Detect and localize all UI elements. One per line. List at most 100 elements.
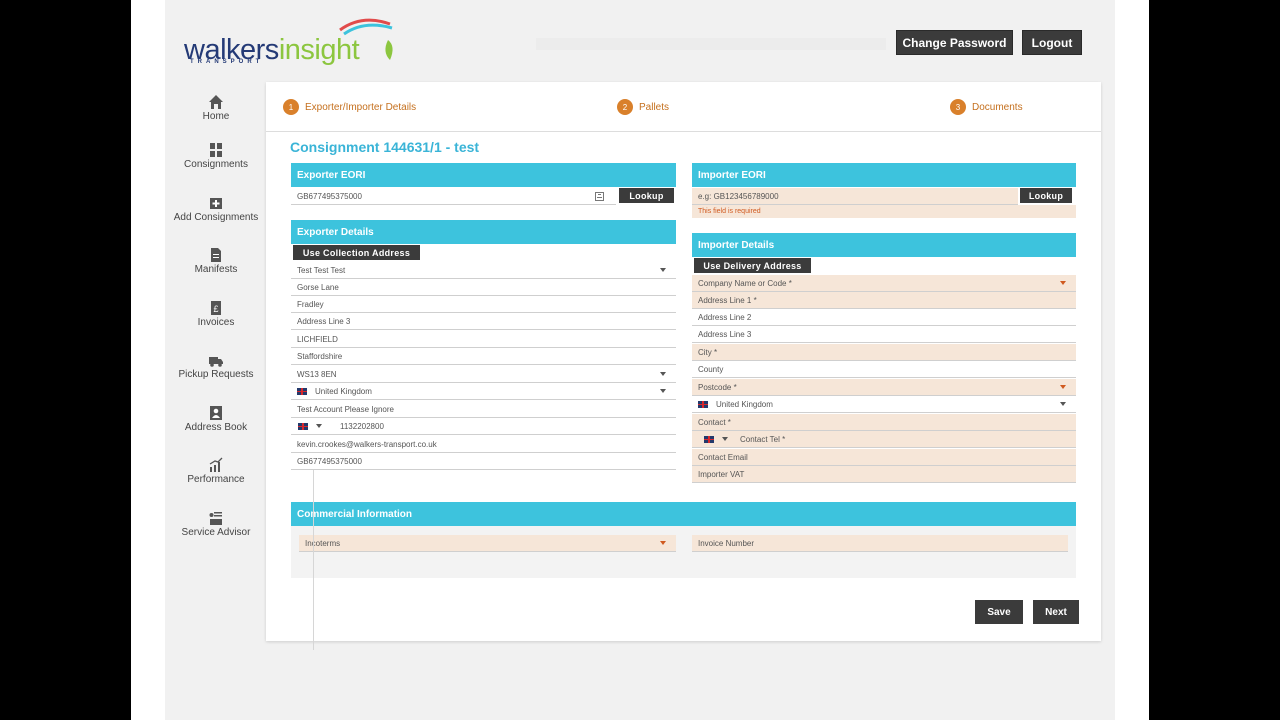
step-label: Exporter/Importer Details — [305, 101, 417, 113]
step-exporter-importer-details[interactable]: 1 Exporter/Importer Details — [283, 99, 416, 115]
exporter-contact-value: Test Account Please Ignore — [297, 404, 394, 414]
svg-text:£: £ — [213, 304, 218, 314]
step-number: 1 — [283, 99, 299, 115]
stepper: 1 Exporter/Importer Details 2 Pallets 3 … — [266, 82, 1101, 132]
invoice-number-field[interactable]: Invoice Number — [692, 535, 1068, 552]
exporter-email-field[interactable]: kevin.crookes@walkers-transport.co.uk — [291, 436, 676, 453]
importer-county-field[interactable]: County — [692, 361, 1076, 378]
sidebar-item-manifests[interactable]: Manifests — [166, 241, 266, 285]
importer-contact-field[interactable]: Contact * — [692, 414, 1076, 431]
chart-icon — [209, 457, 223, 472]
exporter-country-value: United Kingdom — [315, 386, 372, 396]
page-title: Consignment 144631/1 - test — [290, 139, 480, 155]
importer-address2-field[interactable]: Address Line 2 — [692, 309, 1076, 326]
incoterms-placeholder: Incoterms — [305, 538, 341, 548]
importer-postcode-select[interactable]: Postcode * — [692, 379, 1076, 396]
importer-eori-header: Importer EORI — [692, 163, 1076, 187]
importer-company-placeholder: Company Name or Code * — [698, 278, 792, 288]
advisor-icon — [209, 512, 222, 525]
walkers-insight-logo[interactable]: walkersinsight TRANSPORT — [184, 16, 399, 70]
boxes-icon — [210, 143, 222, 157]
exporter-eori-lookup-button[interactable]: Lookup — [619, 188, 674, 203]
importer-details-header: Importer Details — [692, 233, 1076, 257]
sidebar-item-consignments[interactable]: Consignments — [166, 136, 266, 180]
step-pallets[interactable]: 2 Pallets — [617, 99, 669, 115]
exporter-address1-value: Gorse Lane — [297, 282, 339, 292]
uk-flag-icon — [698, 400, 708, 408]
next-button[interactable]: Next — [1033, 600, 1079, 624]
exporter-address2-field[interactable]: Fradley — [291, 296, 676, 313]
use-collection-address-button[interactable]: Use Collection Address — [293, 245, 420, 260]
exporter-address1-field[interactable]: Gorse Lane — [291, 279, 676, 296]
importer-eori-lookup-button[interactable]: Lookup — [1020, 188, 1072, 203]
sidebar-item-label: Add Consignments — [173, 212, 259, 223]
exporter-county-field[interactable]: Staffordshire — [291, 348, 676, 365]
chevron-down-icon — [660, 541, 666, 545]
invoice-number-placeholder: Invoice Number — [698, 538, 755, 548]
importer-phone-field[interactable]: Contact Tel * — [692, 431, 1076, 448]
sidebar-item-home[interactable]: Home — [166, 88, 266, 132]
exporter-vat-field[interactable]: GB677495375000 — [291, 453, 676, 470]
importer-eori-input[interactable]: e.g: GB123456789000 — [692, 188, 1018, 205]
sidebar-item-performance[interactable]: Performance — [166, 451, 266, 495]
add-box-icon — [210, 198, 222, 209]
chevron-down-icon — [660, 389, 666, 393]
country-code-chevron-icon[interactable] — [316, 424, 322, 428]
exporter-eori-header: Exporter EORI — [291, 163, 676, 187]
exporter-contact-field[interactable]: Test Account Please Ignore — [291, 401, 676, 418]
importer-address1-field[interactable]: Address Line 1 * — [692, 292, 1076, 309]
sidebar-item-invoices[interactable]: £ Invoices — [166, 294, 266, 338]
incoterms-select[interactable]: Incoterms — [299, 535, 676, 552]
logout-button[interactable]: Logout — [1022, 30, 1082, 55]
sidebar-item-service-advisor[interactable]: Service Advisor — [166, 504, 266, 548]
importer-phone-placeholder: Contact Tel * — [740, 434, 786, 444]
importer-address3-placeholder: Address Line 3 — [698, 329, 752, 339]
sidebar-item-add-consignments[interactable]: Add Consignments — [166, 189, 266, 233]
step-documents[interactable]: 3 Documents — [950, 99, 1023, 115]
importer-city-field[interactable]: City * — [692, 344, 1076, 361]
exporter-company-select[interactable]: Test Test Test — [291, 262, 676, 279]
exporter-address3-field[interactable]: Address Line 3 — [291, 313, 676, 330]
exporter-email-value: kevin.crookes@walkers-transport.co.uk — [297, 439, 437, 449]
commercial-info-body — [291, 526, 1076, 578]
exporter-address2-value: Fradley — [297, 299, 324, 309]
importer-postcode-placeholder: Postcode * — [698, 382, 737, 392]
importer-country-value: United Kingdom — [716, 399, 773, 409]
exporter-phone-field[interactable]: 1132202800 — [291, 418, 676, 435]
importer-email-field[interactable]: Contact Email — [692, 449, 1076, 466]
importer-eori-placeholder: e.g: GB123456789000 — [698, 191, 779, 201]
importer-vat-field[interactable]: Importer VAT — [692, 466, 1076, 483]
sidebar-item-label: Performance — [187, 474, 245, 485]
address-book-icon — [210, 406, 222, 420]
importer-email-placeholder: Contact Email — [698, 452, 748, 462]
importer-address1-placeholder: Address Line 1 * — [698, 295, 757, 305]
step-label: Documents — [972, 101, 1023, 113]
page: walkersinsight TRANSPORT Change Password… — [131, 0, 1149, 720]
importer-company-select[interactable]: Company Name or Code * — [692, 275, 1076, 292]
exporter-country-select[interactable]: United Kingdom — [291, 383, 676, 400]
change-password-button[interactable]: Change Password — [896, 30, 1013, 55]
chevron-down-icon — [660, 268, 666, 272]
sidebar-item-address-book[interactable]: Address Book — [166, 399, 266, 443]
exporter-eori-input[interactable]: GB677495375000 — [291, 188, 616, 205]
importer-address3-field[interactable]: Address Line 3 — [692, 326, 1076, 343]
exporter-city-value: LICHFIELD — [297, 334, 338, 344]
use-delivery-address-button[interactable]: Use Delivery Address — [694, 258, 811, 273]
save-button[interactable]: Save — [975, 600, 1023, 624]
sidebar-item-pickup-requests[interactable]: Pickup Requests — [166, 346, 266, 390]
exporter-postcode-value: WS13 8EN — [297, 369, 337, 379]
exporter-phone-value: 1132202800 — [340, 421, 384, 431]
chevron-down-icon — [1060, 385, 1066, 389]
importer-country-select[interactable]: United Kingdom — [692, 396, 1076, 413]
sidebar-item-label: Home — [202, 111, 230, 122]
importer-eori-error-row: This field is required — [692, 205, 1076, 218]
uk-flag-icon — [297, 387, 307, 395]
exporter-city-field[interactable]: LICHFIELD — [291, 331, 676, 348]
exporter-county-value: Staffordshire — [297, 351, 343, 361]
sidebar-item-label: Service Advisor — [181, 527, 251, 538]
chevron-down-icon — [1060, 402, 1066, 406]
country-code-chevron-icon[interactable] — [722, 437, 728, 441]
importer-county-placeholder: County — [698, 364, 724, 374]
exporter-postcode-select[interactable]: WS13 8EN — [291, 366, 676, 383]
commercial-info-header: Commercial Information — [291, 502, 1076, 526]
